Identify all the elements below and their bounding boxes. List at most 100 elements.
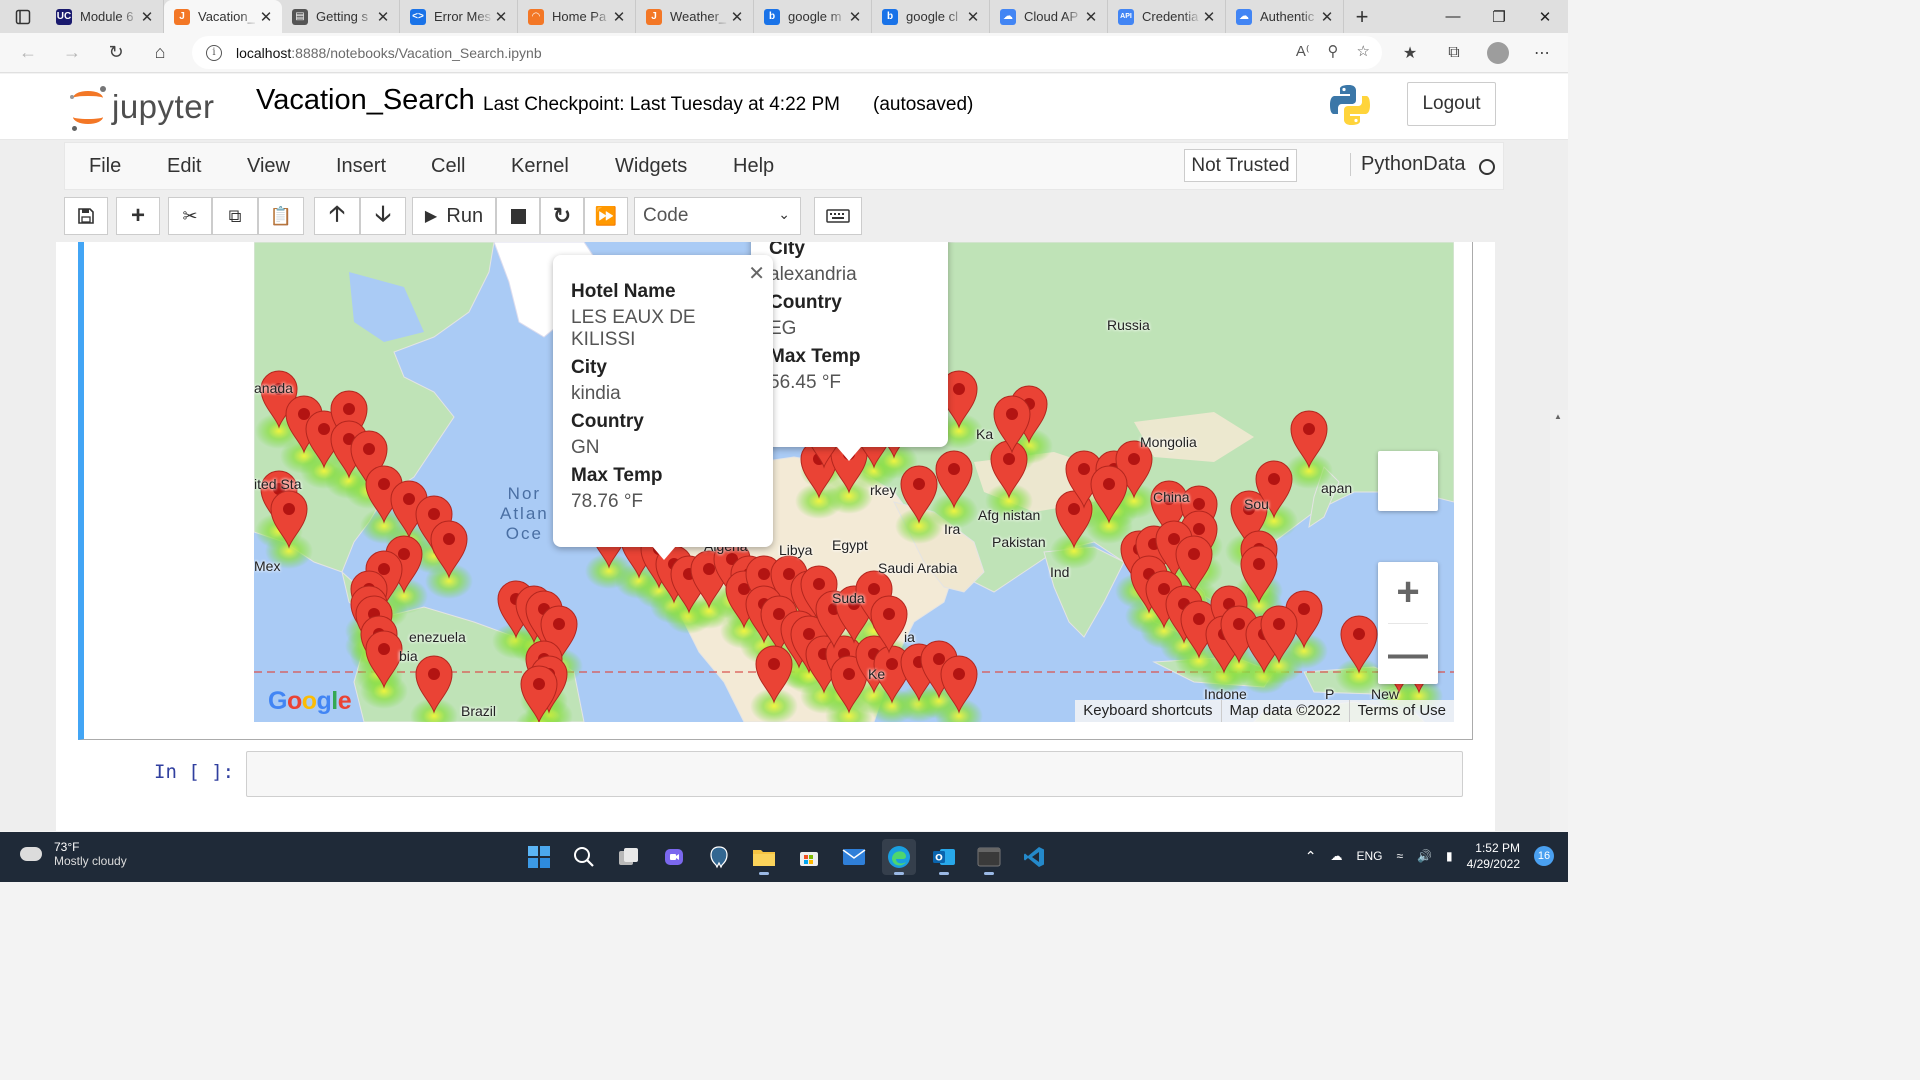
restore-button[interactable]: ❐ (1476, 0, 1522, 33)
minimize-button[interactable]: — (1430, 0, 1476, 33)
close-tab-icon[interactable]: ✕ (258, 8, 274, 26)
save-icon[interactable] (64, 197, 108, 235)
keyboard-shortcuts-link[interactable]: Keyboard shortcuts (1075, 700, 1220, 722)
weather-widget[interactable]: 73°F Mostly cloudy (20, 840, 127, 868)
url-field[interactable]: i localhost:8888/notebooks/Vacation_Sear… (192, 36, 1382, 69)
wifi-icon[interactable]: ≈ (1396, 849, 1403, 863)
browser-tab[interactable]: ☁ Authentic ✕ (1226, 0, 1344, 33)
battery-icon[interactable]: ▮ (1446, 849, 1453, 863)
onedrive-icon[interactable]: ☁ (1330, 849, 1342, 863)
browser-tab[interactable]: API Credentia ✕ (1108, 0, 1226, 33)
browser-tab[interactable]: ▤ Getting s ✕ (282, 0, 400, 33)
close-tab-icon[interactable]: ✕ (847, 8, 863, 26)
volume-icon[interactable]: 🔊 (1417, 849, 1432, 863)
menu-kernel[interactable]: Kernel (511, 155, 569, 178)
forward-icon[interactable]: → (50, 35, 94, 71)
home-icon[interactable]: ⌂ (138, 35, 182, 71)
kernel-name[interactable]: PythonData (1350, 153, 1466, 176)
zoom-icon[interactable]: ⚲ (1328, 42, 1339, 60)
restart-run-all-icon[interactable]: ⏩ (584, 197, 628, 235)
notification-badge[interactable]: 16 (1534, 846, 1554, 866)
collections-icon[interactable]: ⧉ (1438, 37, 1470, 69)
edge-icon[interactable] (882, 839, 916, 875)
code-cell[interactable]: In [ ]: (78, 744, 1473, 800)
jupyter-logo[interactable]: jupyter (70, 82, 240, 132)
menu-file[interactable]: File (89, 155, 121, 178)
browser-tab[interactable]: UC Module 6 ✕ (46, 0, 164, 33)
google-map[interactable]: Russia Mongolia China apan anada ited St… (254, 242, 1454, 722)
store-icon[interactable] (792, 839, 826, 875)
close-window-button[interactable]: ✕ (1522, 0, 1568, 33)
scroll-up-icon[interactable]: ▲ (1554, 412, 1562, 421)
browser-tab[interactable]: J Vacation_ ✕ (164, 0, 282, 33)
new-tab-button[interactable]: + (1344, 4, 1380, 30)
cell-input[interactable] (246, 751, 1463, 797)
close-tab-icon[interactable]: ✕ (729, 8, 745, 26)
zoom-in-button[interactable]: + (1378, 562, 1438, 622)
browser-tab[interactable]: b google m ✕ (754, 0, 872, 33)
move-down-icon[interactable]: 🡣 (360, 197, 406, 235)
close-tab-icon[interactable]: ✕ (611, 8, 627, 26)
menu-insert[interactable]: Insert (336, 155, 386, 178)
start-icon[interactable] (522, 839, 556, 875)
menu-view[interactable]: View (247, 155, 290, 178)
browser-tab[interactable]: ☁ Cloud AP ✕ (990, 0, 1108, 33)
terms-of-use-link[interactable]: Terms of Use (1348, 700, 1454, 722)
more-menu-icon[interactable]: ⋯ (1526, 37, 1558, 69)
close-tab-icon[interactable]: ✕ (1319, 8, 1335, 26)
file-explorer-icon[interactable] (747, 839, 781, 875)
mail-icon[interactable] (837, 839, 871, 875)
cut-icon[interactable]: ✂ (168, 197, 212, 235)
favorite-icon[interactable]: ☆ (1357, 42, 1370, 60)
browser-tab[interactable]: <> Error Mes ✕ (400, 0, 518, 33)
trust-button[interactable]: Not Trusted (1184, 149, 1297, 182)
street-view-control[interactable] (1378, 451, 1438, 511)
close-tab-icon[interactable]: ✕ (965, 8, 981, 26)
move-up-icon[interactable]: 🡡 (314, 197, 360, 235)
run-button[interactable]: ▶ Run (412, 197, 496, 235)
notebook-title[interactable]: Vacation_Search (256, 84, 475, 117)
interrupt-icon[interactable] (496, 197, 540, 235)
keyboard-icon[interactable] (814, 197, 862, 235)
copy-icon[interactable]: ⧉ (212, 197, 258, 235)
outlook-icon[interactable]: O (927, 839, 961, 875)
menu-help[interactable]: Help (733, 155, 774, 178)
chevron-up-icon[interactable]: ⌃ (1305, 848, 1317, 865)
search-icon[interactable] (567, 839, 601, 875)
close-tab-icon[interactable]: ✕ (139, 8, 155, 26)
browser-tab[interactable]: b google cl ✕ (872, 0, 990, 33)
back-icon[interactable]: ← (6, 35, 50, 71)
task-view-icon[interactable] (612, 839, 646, 875)
chat-icon[interactable] (657, 839, 691, 875)
profile-avatar[interactable] (1482, 37, 1514, 69)
close-tab-icon[interactable]: ✕ (375, 8, 391, 26)
menu-cell[interactable]: Cell (431, 155, 465, 178)
cell-type-select[interactable]: Code ⌄ (634, 197, 801, 235)
menu-widgets[interactable]: Widgets (615, 155, 687, 178)
terminal-icon[interactable] (972, 839, 1006, 875)
browser-tab[interactable]: J Weather_ ✕ (636, 0, 754, 33)
browser-tab[interactable]: ◠ Home Pa ✕ (518, 0, 636, 33)
page-scrollbar[interactable]: ▲ ▼ (1550, 410, 1568, 831)
label-china: China (1153, 489, 1190, 505)
site-info-icon[interactable]: i (206, 44, 222, 61)
restart-icon[interactable]: ↻ (540, 197, 584, 235)
refresh-icon[interactable]: ↻ (94, 35, 138, 71)
close-tab-icon[interactable]: ✕ (1083, 8, 1099, 26)
tab-actions-icon[interactable] (0, 0, 46, 33)
paste-icon[interactable]: 📋 (258, 197, 304, 235)
vscode-icon[interactable] (1017, 839, 1051, 875)
clock[interactable]: 1:52 PM 4/29/2022 (1467, 840, 1520, 872)
read-aloud-icon[interactable]: A⁽ (1296, 42, 1310, 60)
logout-button[interactable]: Logout (1407, 82, 1496, 126)
language-indicator[interactable]: ENG (1356, 849, 1382, 863)
favorites-icon[interactable]: ★ (1394, 37, 1426, 69)
close-tab-icon[interactable]: ✕ (1201, 8, 1217, 26)
weather-temp: 73°F (54, 840, 80, 854)
close-tab-icon[interactable]: ✕ (493, 8, 509, 26)
close-icon[interactable]: ✕ (748, 261, 765, 286)
menu-edit[interactable]: Edit (167, 155, 201, 178)
postgres-icon[interactable] (702, 839, 736, 875)
zoom-out-button[interactable]: — (1378, 624, 1438, 684)
insert-cell-icon[interactable]: + (116, 197, 160, 235)
